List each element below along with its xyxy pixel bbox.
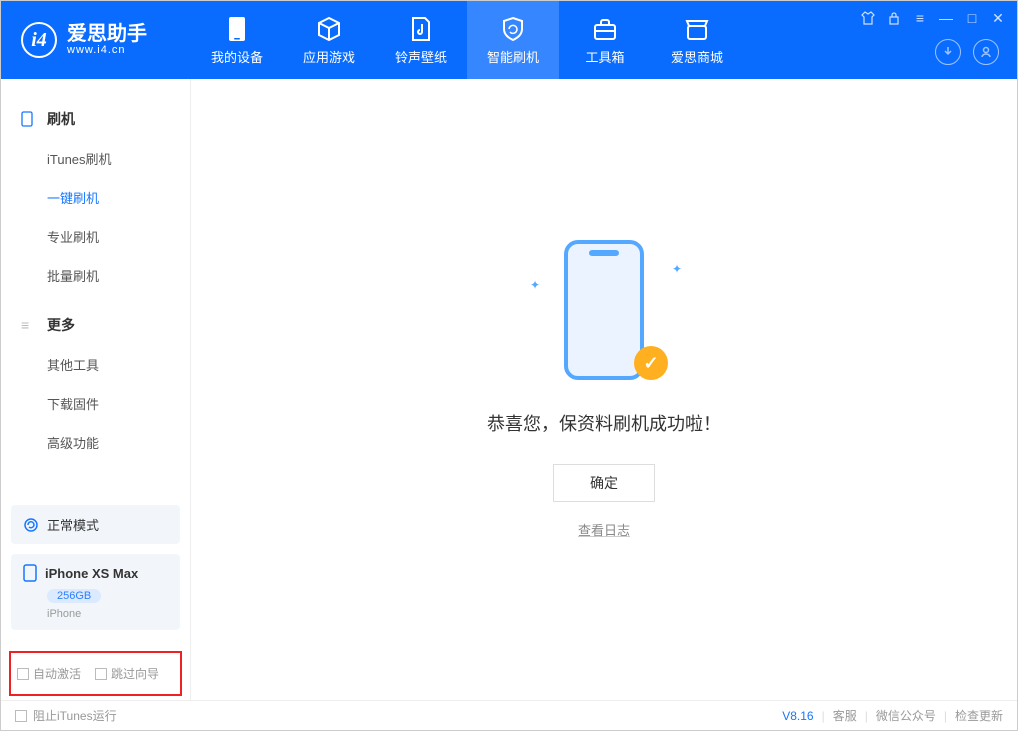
list-icon: ≡ <box>21 317 37 333</box>
sidebar-section-flash: 刷机 iTunes刷机 一键刷机 专业刷机 批量刷机 <box>1 99 190 295</box>
maximize-icon[interactable]: □ <box>963 9 981 27</box>
footer-link-wechat[interactable]: 微信公众号 <box>876 707 936 724</box>
shield-refresh-icon <box>500 15 526 43</box>
device-name: iPhone XS Max <box>45 566 138 581</box>
tab-store[interactable]: 爱思商城 <box>651 1 743 79</box>
success-illustration: ✓ <box>544 240 664 390</box>
sidebar-item-itunes-flash[interactable]: iTunes刷机 <box>1 139 190 178</box>
nav-tabs: 我的设备 应用游戏 铃声壁纸 智能刷机 工具箱 爱思商城 <box>191 1 743 79</box>
sidebar-section1-title: 刷机 <box>47 109 75 129</box>
app-title: 爱思助手 <box>67 24 147 44</box>
device-icon <box>227 15 247 43</box>
music-file-icon <box>410 15 432 43</box>
tab-apps-games[interactable]: 应用游戏 <box>283 1 375 79</box>
body: 刷机 iTunes刷机 一键刷机 专业刷机 批量刷机 ≡ 更多 其他工具 下载固… <box>1 79 1017 700</box>
device-info-box[interactable]: iPhone XS Max 256GB iPhone <box>11 554 180 630</box>
highlighted-options-box: 自动激活 跳过向导 <box>9 651 182 696</box>
close-icon[interactable]: ✕ <box>989 9 1007 27</box>
mode-label: 正常模式 <box>47 515 99 534</box>
refresh-icon <box>23 517 39 533</box>
sidebar-item-download-firmware[interactable]: 下载固件 <box>1 384 190 423</box>
footer-link-update[interactable]: 检查更新 <box>955 707 1003 724</box>
app-logo-icon: i4 <box>21 22 57 58</box>
device-small-icon <box>23 564 37 582</box>
menu-icon[interactable]: ≡ <box>911 9 929 27</box>
sidebar-section2-title: 更多 <box>47 315 75 335</box>
header-user-icons <box>935 39 999 65</box>
device-mode-box[interactable]: 正常模式 <box>11 505 180 544</box>
tab-smart-flash[interactable]: 智能刷机 <box>467 1 559 79</box>
sidebar-section-more: ≡ 更多 其他工具 下载固件 高级功能 <box>1 305 190 462</box>
app-subtitle: www.i4.cn <box>67 44 147 56</box>
view-log-link[interactable]: 查看日志 <box>578 520 630 539</box>
sidebar: 刷机 iTunes刷机 一键刷机 专业刷机 批量刷机 ≡ 更多 其他工具 下载固… <box>1 79 191 700</box>
sidebar-head-more[interactable]: ≡ 更多 <box>1 305 190 345</box>
sidebar-head-flash[interactable]: 刷机 <box>1 99 190 139</box>
sidebar-item-advanced[interactable]: 高级功能 <box>1 423 190 462</box>
sidebar-item-oneclick-flash[interactable]: 一键刷机 <box>1 178 190 217</box>
sparkle-icon <box>672 260 680 268</box>
checkbox-skip-guide[interactable]: 跳过向导 <box>95 665 159 682</box>
tab-toolbox[interactable]: 工具箱 <box>559 1 651 79</box>
minimize-icon[interactable]: — <box>937 9 955 27</box>
check-badge-icon: ✓ <box>634 346 668 380</box>
sidebar-item-other-tools[interactable]: 其他工具 <box>1 345 190 384</box>
sparkle-icon <box>530 276 538 284</box>
footer-link-support[interactable]: 客服 <box>833 707 857 724</box>
main-content: ✓ 恭喜您，保资料刷机成功啦！ 确定 查看日志 <box>191 79 1017 700</box>
tab-ringtones[interactable]: 铃声壁纸 <box>375 1 467 79</box>
checkbox-icon <box>95 668 107 680</box>
footer: 阻止iTunes运行 V8.16 | 客服 | 微信公众号 | 检查更新 <box>1 700 1017 730</box>
phone-illustration <box>564 240 644 380</box>
ok-button[interactable]: 确定 <box>553 464 655 502</box>
lock-icon[interactable] <box>885 9 903 27</box>
success-message: 恭喜您，保资料刷机成功啦！ <box>487 410 721 436</box>
footer-left: 阻止iTunes运行 <box>15 707 117 724</box>
phone-small-icon <box>21 111 37 127</box>
window-controls: ≡ — □ ✕ <box>859 9 1007 27</box>
version-label[interactable]: V8.16 <box>782 709 813 723</box>
tab-my-device[interactable]: 我的设备 <box>191 1 283 79</box>
sidebar-item-pro-flash[interactable]: 专业刷机 <box>1 217 190 256</box>
toolbox-icon <box>592 15 618 43</box>
checkbox-block-itunes[interactable]: 阻止iTunes运行 <box>15 707 117 724</box>
checkbox-icon <box>15 710 27 722</box>
store-icon <box>684 15 710 43</box>
shirt-icon[interactable] <box>859 9 877 27</box>
user-icon[interactable] <box>973 39 999 65</box>
footer-right: V8.16 | 客服 | 微信公众号 | 检查更新 <box>782 707 1003 724</box>
cube-icon <box>316 15 342 43</box>
sidebar-item-batch-flash[interactable]: 批量刷机 <box>1 256 190 295</box>
app-header: i4 爱思助手 www.i4.cn 我的设备 应用游戏 铃声壁纸 智能刷机 工具… <box>1 1 1017 79</box>
logo-text: 爱思助手 www.i4.cn <box>67 24 147 56</box>
device-type: iPhone <box>47 608 168 620</box>
checkbox-auto-activate[interactable]: 自动激活 <box>17 665 81 682</box>
download-icon[interactable] <box>935 39 961 65</box>
device-name-row: iPhone XS Max <box>23 564 168 582</box>
logo-area[interactable]: i4 爱思助手 www.i4.cn <box>1 22 191 58</box>
device-capacity: 256GB <box>47 586 168 604</box>
checkbox-icon <box>17 668 29 680</box>
